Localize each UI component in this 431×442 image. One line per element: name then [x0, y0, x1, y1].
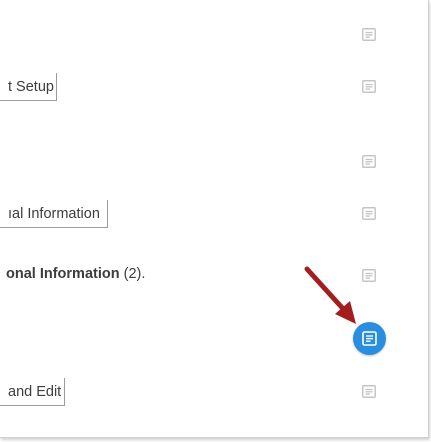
- instruction-rest: (2).: [119, 266, 146, 282]
- instruction-bold: onal Information: [6, 266, 120, 282]
- note-icon[interactable]: [362, 269, 376, 282]
- edit-button[interactable]: and Edit: [0, 378, 65, 406]
- edit-label: and Edit: [8, 384, 62, 400]
- instruction-text: onal Information (2).: [6, 266, 145, 282]
- information-button[interactable]: ıal Information: [0, 200, 108, 228]
- arrow-icon: [304, 266, 356, 324]
- note-icon[interactable]: [362, 207, 376, 220]
- setup-button[interactable]: t Setup: [0, 73, 57, 101]
- setup-label: t Setup: [8, 79, 54, 95]
- note-icon[interactable]: [362, 385, 376, 398]
- information-label: ıal Information: [8, 206, 100, 222]
- note-icon: [362, 331, 377, 346]
- note-icon[interactable]: [362, 155, 376, 168]
- screenshot-frame: t Setup ıal Information onal Information…: [0, 0, 429, 438]
- note-icon[interactable]: [362, 80, 376, 93]
- note-icon[interactable]: [362, 28, 376, 41]
